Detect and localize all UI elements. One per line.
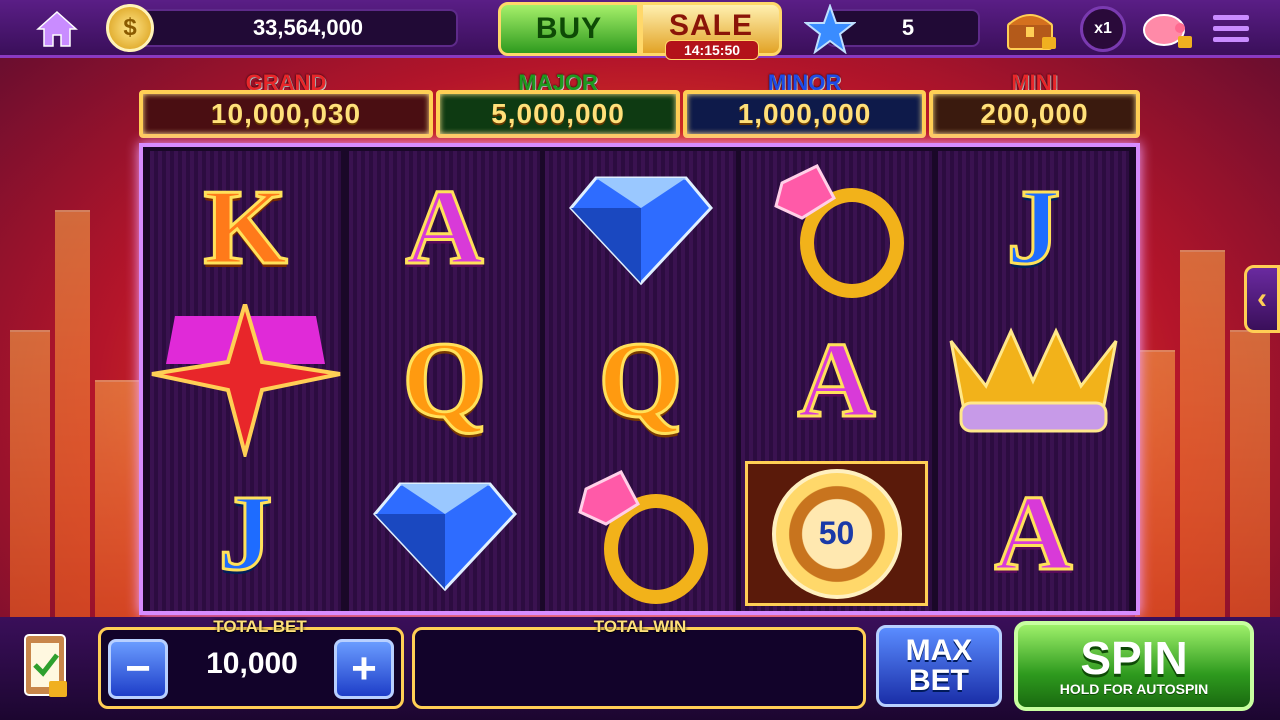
decrease-bet-button[interactable]: − xyxy=(108,639,168,699)
increase-bet-button[interactable]: + xyxy=(334,639,394,699)
star-icon xyxy=(804,4,856,54)
spin-sublabel: HOLD FOR AUTOSPIN xyxy=(1059,681,1209,697)
side-panel-toggle[interactable]: ‹ xyxy=(1244,265,1280,333)
reel-cell xyxy=(545,151,736,304)
reel-cell xyxy=(150,304,341,457)
reel-cell: K xyxy=(150,151,341,304)
jackpot-value: 5,000,000 xyxy=(436,90,680,138)
max-bet-line1: MAX xyxy=(905,634,973,667)
hamburger-menu-icon xyxy=(1213,15,1249,42)
coin-icon: $ xyxy=(106,4,154,52)
diamond-icon xyxy=(568,176,713,285)
wild-star-icon xyxy=(151,304,341,457)
bottom-bar: TOTAL BET − 10,000 + TOTAL WIN MAX BET S… xyxy=(0,617,1280,720)
city-skyline-left xyxy=(0,110,150,630)
total-bet-label: TOTAL BET xyxy=(213,617,307,636)
reel-cell: A xyxy=(349,151,540,304)
buy-button[interactable]: BUY xyxy=(498,2,640,56)
minus-icon: − xyxy=(125,644,151,693)
paytable-button[interactable] xyxy=(12,625,78,705)
ring-icon xyxy=(577,469,708,604)
symbol-a: A xyxy=(993,473,1074,593)
treasure-chest-button[interactable] xyxy=(1004,5,1060,53)
symbol-a: A xyxy=(796,320,877,440)
piggy-bank-button[interactable] xyxy=(1140,6,1196,54)
reel-3: Q xyxy=(545,151,736,611)
treasure-chest-icon xyxy=(1007,14,1056,50)
jackpot-major: MAJOR 5,000,000 xyxy=(436,70,680,140)
reel-cell: J xyxy=(938,151,1129,304)
jackpot-grand: GRAND 10,000,030 xyxy=(139,70,433,140)
sale-timer: 14:15:50 xyxy=(665,40,759,60)
menu-button[interactable] xyxy=(1210,10,1252,48)
home-icon xyxy=(36,10,78,47)
clipboard-icon xyxy=(24,634,67,697)
sale-button-label: SALE xyxy=(668,9,753,42)
symbol-k: K xyxy=(202,167,289,287)
game-screen: ‹ 33,564,000 $ BUY SALE 14:15:50 5 x1 GR… xyxy=(0,0,1280,720)
jackpot-value: 1,000,000 xyxy=(683,90,926,138)
symbol-a: A xyxy=(404,167,485,287)
total-bet-value: 10,000 xyxy=(206,647,298,680)
symbol-q: Q xyxy=(597,320,684,440)
bonus-chip: 50 xyxy=(745,461,928,606)
max-bet-line2: BET xyxy=(909,664,969,697)
coin-balance-value: 33,564,000 xyxy=(252,15,364,40)
jackpot-value: 10,000,030 xyxy=(139,90,433,138)
symbol-j: J xyxy=(217,473,274,593)
reel-5: JA xyxy=(938,151,1129,611)
total-win-panel xyxy=(412,627,866,709)
chip-icon: 50 xyxy=(771,468,902,599)
symbol-q: Q xyxy=(401,320,488,440)
symbol-j: J xyxy=(1005,167,1062,287)
reel-grid[interactable]: K J A Q Q A 50 J A xyxy=(139,143,1140,615)
top-bar: 33,564,000 $ BUY SALE 14:15:50 5 x1 xyxy=(0,0,1280,60)
total-win-label: TOTAL WIN xyxy=(593,617,687,636)
reel-cell: 50 xyxy=(741,457,932,610)
reel-cell: A xyxy=(938,457,1129,610)
max-bet-button[interactable]: MAX BET xyxy=(876,625,1002,707)
reel-cell xyxy=(349,457,540,610)
reel-cell: A xyxy=(741,304,932,457)
diamond-icon xyxy=(372,482,517,591)
buy-button-label: BUY xyxy=(535,12,603,45)
reel-cell xyxy=(545,457,736,610)
jackpot-mini: MINI 200,000 xyxy=(929,70,1140,140)
plus-icon: + xyxy=(351,644,377,693)
ring-icon xyxy=(773,163,904,298)
reel-cell: Q xyxy=(545,304,736,457)
reel-1: KJ xyxy=(150,151,341,611)
reel-4: A 50 xyxy=(741,151,932,611)
star-count-value: 5 xyxy=(901,15,915,40)
city-skyline-right xyxy=(1130,110,1280,630)
spin-label: SPIN xyxy=(1080,632,1188,684)
reel-2: AQ xyxy=(349,151,540,611)
coin-balance: 33,564,000 xyxy=(118,9,458,47)
jackpot-minor: MINOR 1,000,000 xyxy=(683,70,926,140)
reel-cell xyxy=(938,304,1129,457)
reel-cell xyxy=(741,151,932,304)
multiplier-badge[interactable]: x1 xyxy=(1080,6,1126,52)
reel-cell: J xyxy=(150,457,341,610)
piggy-bank-icon xyxy=(1143,14,1192,48)
chip-value: 50 xyxy=(818,515,855,551)
jackpot-value: 200,000 xyxy=(929,90,1140,138)
chevron-left-icon: ‹ xyxy=(1257,282,1267,315)
home-button[interactable] xyxy=(34,8,80,50)
multiplier-value: x1 xyxy=(1094,20,1112,37)
crown-icon xyxy=(949,326,1118,432)
reel-cell: Q xyxy=(349,304,540,457)
spin-button[interactable]: SPIN HOLD FOR AUTOSPIN xyxy=(1014,621,1254,711)
